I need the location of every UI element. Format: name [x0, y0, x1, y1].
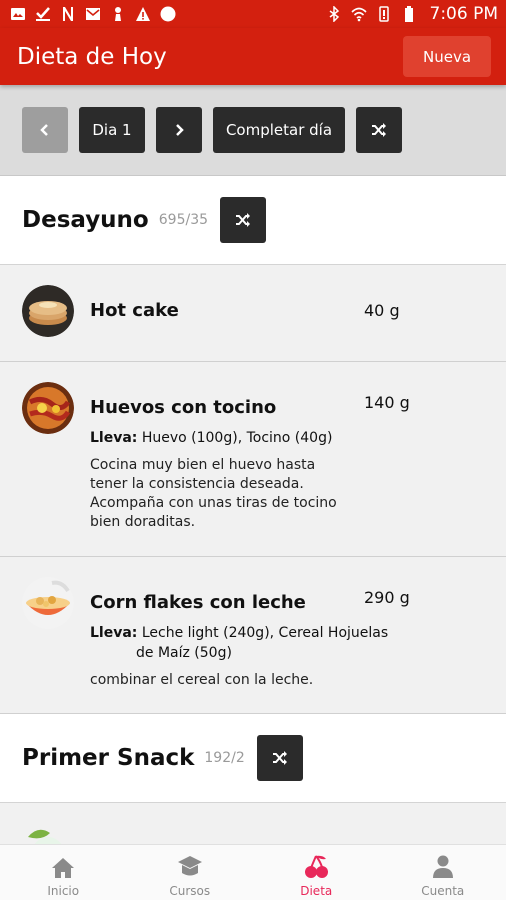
n-app-icon: [63, 7, 73, 21]
food-description: combinar el cereal con la leche.: [90, 672, 314, 688]
nav-courses[interactable]: Cursos: [127, 845, 254, 900]
food-name: Huevos con tocino: [90, 397, 277, 418]
app-bar: Dieta de Hoy Nueva: [0, 28, 506, 85]
shuffle-meal-button[interactable]: [256, 735, 303, 781]
complete-day-button[interactable]: Completar día: [213, 107, 345, 153]
bottom-navigation: Inicio Cursos Dieta Cuenta: [0, 844, 506, 900]
nav-label: Inicio: [47, 884, 80, 898]
nav-account[interactable]: Cuenta: [380, 845, 506, 900]
shuffle-icon: [236, 213, 251, 227]
food-quantity: 40 g: [364, 301, 400, 320]
chevron-left-icon: [40, 124, 48, 136]
gallery-notification-icon: [11, 8, 25, 20]
ingredients-label: Lleva:: [90, 625, 138, 641]
food-item[interactable]: Huevos con tocino 140 g Lleva: Huevo (10…: [0, 362, 506, 557]
battery-icon: [404, 6, 413, 22]
food-description: Cocina muy bien el huevo hasta tener la …: [90, 457, 337, 530]
meal-list: Desayuno 695/35 Hot cake 40 g Huevos con…: [0, 176, 506, 844]
meal-count: 695/35: [158, 212, 209, 228]
home-icon: [52, 858, 75, 878]
cherry-icon: [305, 855, 329, 878]
graduation-cap-icon: [177, 856, 202, 876]
shuffle-meal-button[interactable]: [220, 197, 267, 243]
food-quantity: 140 g: [364, 393, 410, 412]
ingredients-list: Leche light (240g), Cereal Hojuelas de M…: [136, 625, 389, 661]
chevron-right-icon: [176, 124, 184, 136]
ingredients-label: Lleva:: [90, 430, 138, 446]
status-bar: 7:06 PM: [0, 0, 506, 28]
chess-pawn-icon: [115, 7, 121, 21]
page-title: Dieta de Hoy: [17, 43, 167, 70]
food-ingredients: Lleva: Huevo (100g), Tocino (40g): [90, 428, 410, 448]
vibrate-icon: [378, 6, 389, 22]
food-name: Corn flakes con leche: [90, 592, 306, 613]
hot-cake-image: [22, 285, 74, 337]
day-selector-button[interactable]: Dia 1: [79, 107, 145, 153]
mail-icon: [86, 8, 100, 20]
food-quantity: 290 g: [364, 588, 410, 607]
person-icon: [432, 855, 453, 878]
bluetooth-icon: [329, 6, 339, 22]
meal-count: 192/2: [204, 750, 245, 766]
nav-home[interactable]: Inicio: [0, 845, 127, 900]
eggs-bacon-image: [22, 382, 74, 434]
meal-title: Desayuno: [22, 207, 149, 233]
nav-label: Cuenta: [421, 884, 465, 898]
next-day-button[interactable]: [156, 107, 202, 153]
snack-image: [22, 823, 74, 844]
shuffle-day-button[interactable]: [356, 107, 402, 153]
new-diet-button[interactable]: Nueva: [403, 36, 491, 77]
nav-label: Cursos: [169, 884, 211, 898]
nav-label: Dieta: [300, 884, 333, 898]
meal-header-breakfast: Desayuno 695/35: [0, 176, 506, 265]
meal-header-snack: Primer Snack 192/2: [0, 714, 506, 803]
nav-diet[interactable]: Dieta: [253, 845, 380, 900]
warning-icon: [136, 7, 150, 21]
meal-title: Primer Snack: [22, 745, 195, 771]
previous-day-button[interactable]: [22, 107, 68, 153]
shuffle-icon: [272, 751, 287, 765]
day-navigation-bar: Dia 1 Completar día: [0, 85, 506, 176]
status-time: 7:06 PM: [429, 4, 499, 24]
food-item[interactable]: Hot cake 40 g: [0, 265, 506, 362]
food-name: Hot cake: [90, 300, 179, 321]
food-item[interactable]: [0, 803, 506, 844]
ingredients-list: Huevo (100g), Tocino (40g): [141, 430, 333, 446]
food-item[interactable]: Corn flakes con leche 290 g Lleva: Leche…: [0, 557, 506, 714]
food-ingredients: Lleva: Leche light (240g), Cereal Hojuel…: [90, 623, 410, 663]
corn-flakes-image: [22, 577, 74, 629]
shuffle-icon: [372, 123, 386, 137]
wifi-icon: [350, 7, 367, 22]
circle-dot-icon: [160, 6, 176, 22]
task-check-icon: [36, 7, 50, 21]
